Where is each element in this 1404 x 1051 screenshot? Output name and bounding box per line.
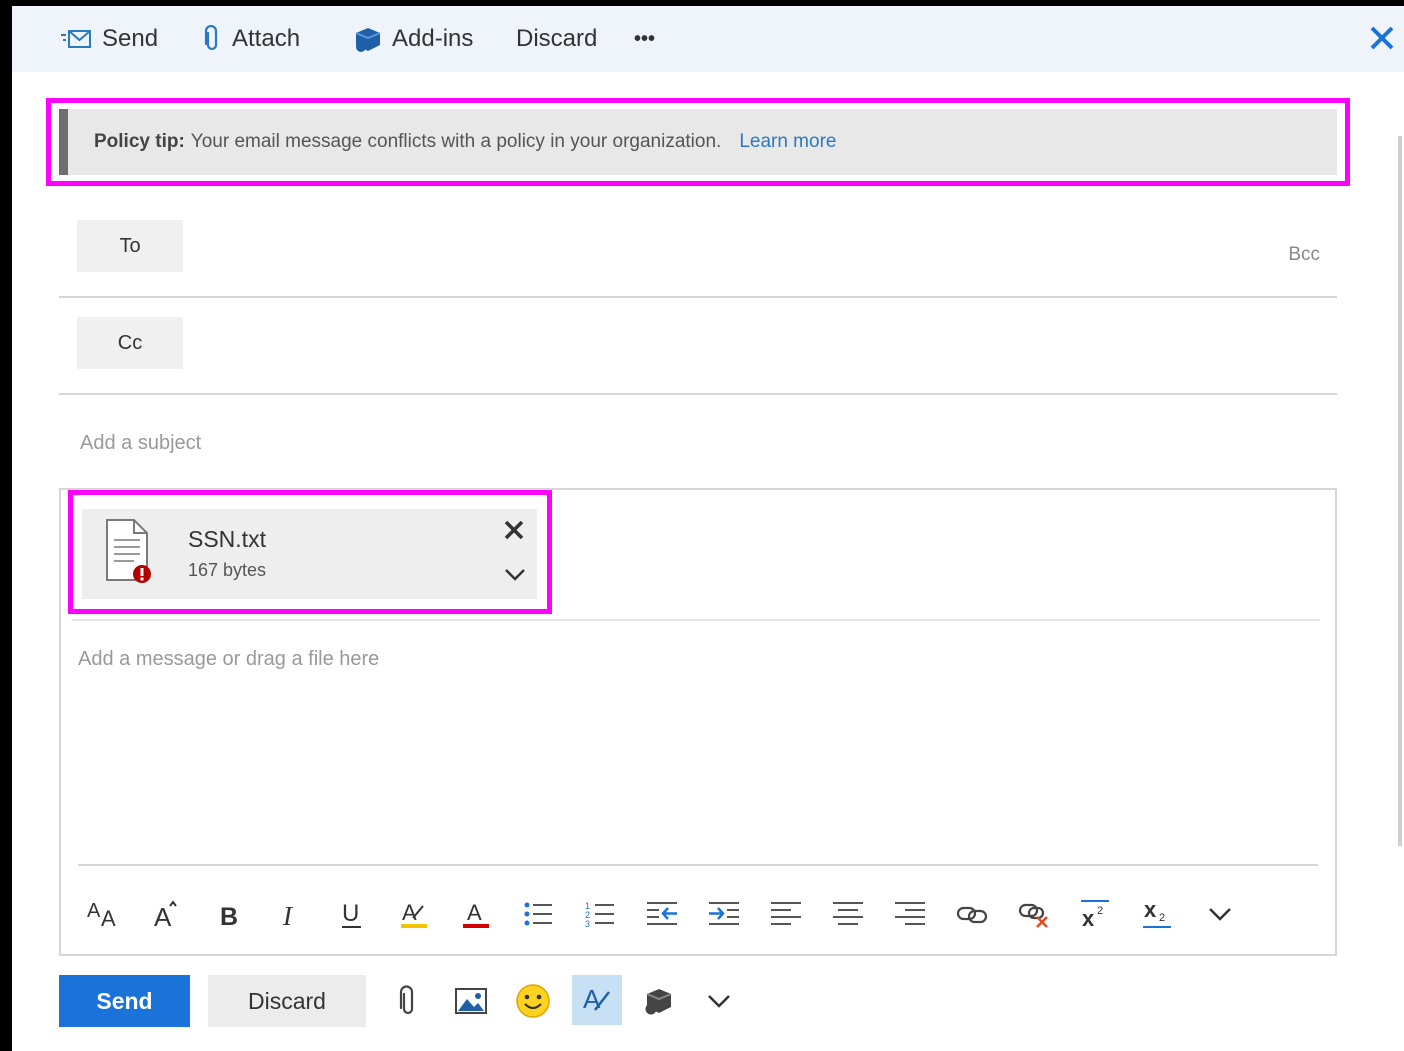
remove-link-icon: [1018, 903, 1048, 928]
svg-text:3: 3: [585, 919, 590, 929]
subject-input[interactable]: Add a subject: [80, 432, 201, 455]
svg-text:A: A: [154, 902, 172, 929]
font-color-icon: A: [463, 900, 489, 928]
grow-font-button[interactable]: A: [144, 892, 188, 936]
send-command-label: Send: [102, 25, 159, 52]
cc-field-underline: [59, 393, 1337, 395]
svg-text:x: x: [1082, 906, 1095, 930]
more-options-button[interactable]: •••: [634, 23, 655, 55]
addins-command[interactable]: Add-ins: [352, 23, 473, 55]
highlight-icon: A: [401, 900, 427, 928]
italic-button[interactable]: I: [268, 892, 312, 936]
remove-link-button[interactable]: [1012, 892, 1056, 936]
svg-text:U: U: [342, 900, 359, 927]
svg-text:A: A: [467, 900, 482, 925]
policy-tip-banner: Policy tip: Your email message conflicts…: [59, 109, 1337, 175]
send-command[interactable]: Send: [60, 23, 158, 55]
decrease-indent-button[interactable]: [640, 892, 684, 936]
bcc-link[interactable]: Bcc: [1288, 244, 1320, 266]
align-center-button[interactable]: [826, 892, 870, 936]
to-field-underline: [59, 296, 1337, 298]
insert-link-button[interactable]: [950, 892, 994, 936]
close-icon[interactable]: [1366, 22, 1398, 54]
bullets-button[interactable]: [516, 892, 560, 936]
font-size-button[interactable]: A A: [82, 892, 126, 936]
paperclip-icon: [399, 985, 414, 1015]
svg-text:I: I: [282, 901, 294, 929]
italic-icon: I: [282, 901, 294, 929]
align-left-icon: [771, 902, 801, 925]
superscript-icon: x 2: [1081, 900, 1109, 930]
attachment-highlight: [68, 490, 552, 614]
send-mail-icon: [61, 30, 91, 48]
command-bar: Send Attach Add-ins Discard •••: [12, 6, 1404, 72]
underline-button[interactable]: U: [330, 892, 374, 936]
align-left-button[interactable]: [764, 892, 808, 936]
svg-text:A: A: [583, 984, 601, 1014]
insert-picture-button[interactable]: [448, 978, 494, 1024]
policy-tip-prefix: Policy tip:: [94, 131, 185, 152]
font-size-icon: A A: [87, 900, 116, 929]
attach-command-label: Attach: [232, 25, 301, 52]
emoji-icon: [516, 984, 550, 1018]
format-toolbar-divider: [78, 864, 1318, 866]
svg-text:B: B: [220, 903, 238, 929]
font-color-button[interactable]: A: [454, 892, 498, 936]
more-formatting-button[interactable]: [1198, 892, 1242, 936]
discard-button[interactable]: Discard: [208, 975, 366, 1027]
bullets-icon: [524, 902, 552, 926]
more-actions-button[interactable]: [696, 978, 742, 1024]
addins-icon: [355, 28, 381, 52]
svg-text:A: A: [402, 900, 417, 925]
cc-button[interactable]: Cc: [77, 317, 183, 369]
more-options-label: •••: [634, 27, 656, 50]
attachment-divider: [72, 619, 1320, 621]
format-text-icon: A: [583, 984, 610, 1014]
compose-window: Send Attach Add-ins Discard ••• Policy t…: [12, 6, 1404, 1051]
numbering-icon: 1 2 3: [585, 901, 614, 929]
to-button[interactable]: To: [77, 220, 183, 272]
highlight-button[interactable]: A: [392, 892, 436, 936]
svg-text:2: 2: [1097, 905, 1103, 917]
emoji-button[interactable]: [510, 978, 556, 1024]
picture-icon: [455, 988, 487, 1014]
policy-tip-message: Your email message conflicts with a poli…: [190, 131, 722, 152]
subscript-button[interactable]: x 2: [1136, 892, 1180, 936]
increase-indent-button[interactable]: [702, 892, 746, 936]
attach-command[interactable]: Attach: [202, 23, 300, 55]
send-button[interactable]: Send: [59, 975, 190, 1027]
addins-command-label: Add-ins: [392, 25, 474, 52]
svg-text:A: A: [87, 900, 101, 922]
discard-command[interactable]: Discard: [516, 23, 597, 55]
underline-icon: U: [342, 900, 361, 928]
svg-text:2: 2: [1159, 912, 1165, 924]
decrease-indent-icon: [647, 902, 677, 925]
addins-button[interactable]: [635, 978, 681, 1024]
format-text-button[interactable]: A: [572, 975, 622, 1025]
bold-button[interactable]: B: [208, 892, 252, 936]
scrollbar[interactable]: [1398, 136, 1402, 846]
chevron-down-icon: [708, 995, 730, 1008]
message-body-input[interactable]: Add a message or drag a file here: [78, 648, 379, 671]
superscript-button[interactable]: x 2: [1074, 892, 1118, 936]
grow-font-icon: A: [154, 900, 177, 929]
svg-text:A: A: [101, 906, 116, 929]
align-right-icon: [895, 902, 925, 925]
discard-command-label: Discard: [516, 25, 598, 52]
subscript-icon: x 2: [1143, 898, 1171, 928]
align-center-icon: [833, 902, 863, 925]
attach-file-button[interactable]: [385, 978, 431, 1024]
increase-indent-icon: [709, 902, 739, 925]
addins-icon: [645, 989, 672, 1015]
align-right-button[interactable]: [888, 892, 932, 936]
insert-link-icon: [956, 906, 988, 924]
more-options-chevron-icon: [1209, 908, 1231, 921]
paperclip-icon: [204, 25, 218, 51]
learn-more-link[interactable]: Learn more: [739, 131, 836, 153]
svg-text:x: x: [1144, 898, 1157, 922]
numbering-button[interactable]: 1 2 3: [578, 892, 622, 936]
bold-icon: B: [220, 903, 238, 929]
